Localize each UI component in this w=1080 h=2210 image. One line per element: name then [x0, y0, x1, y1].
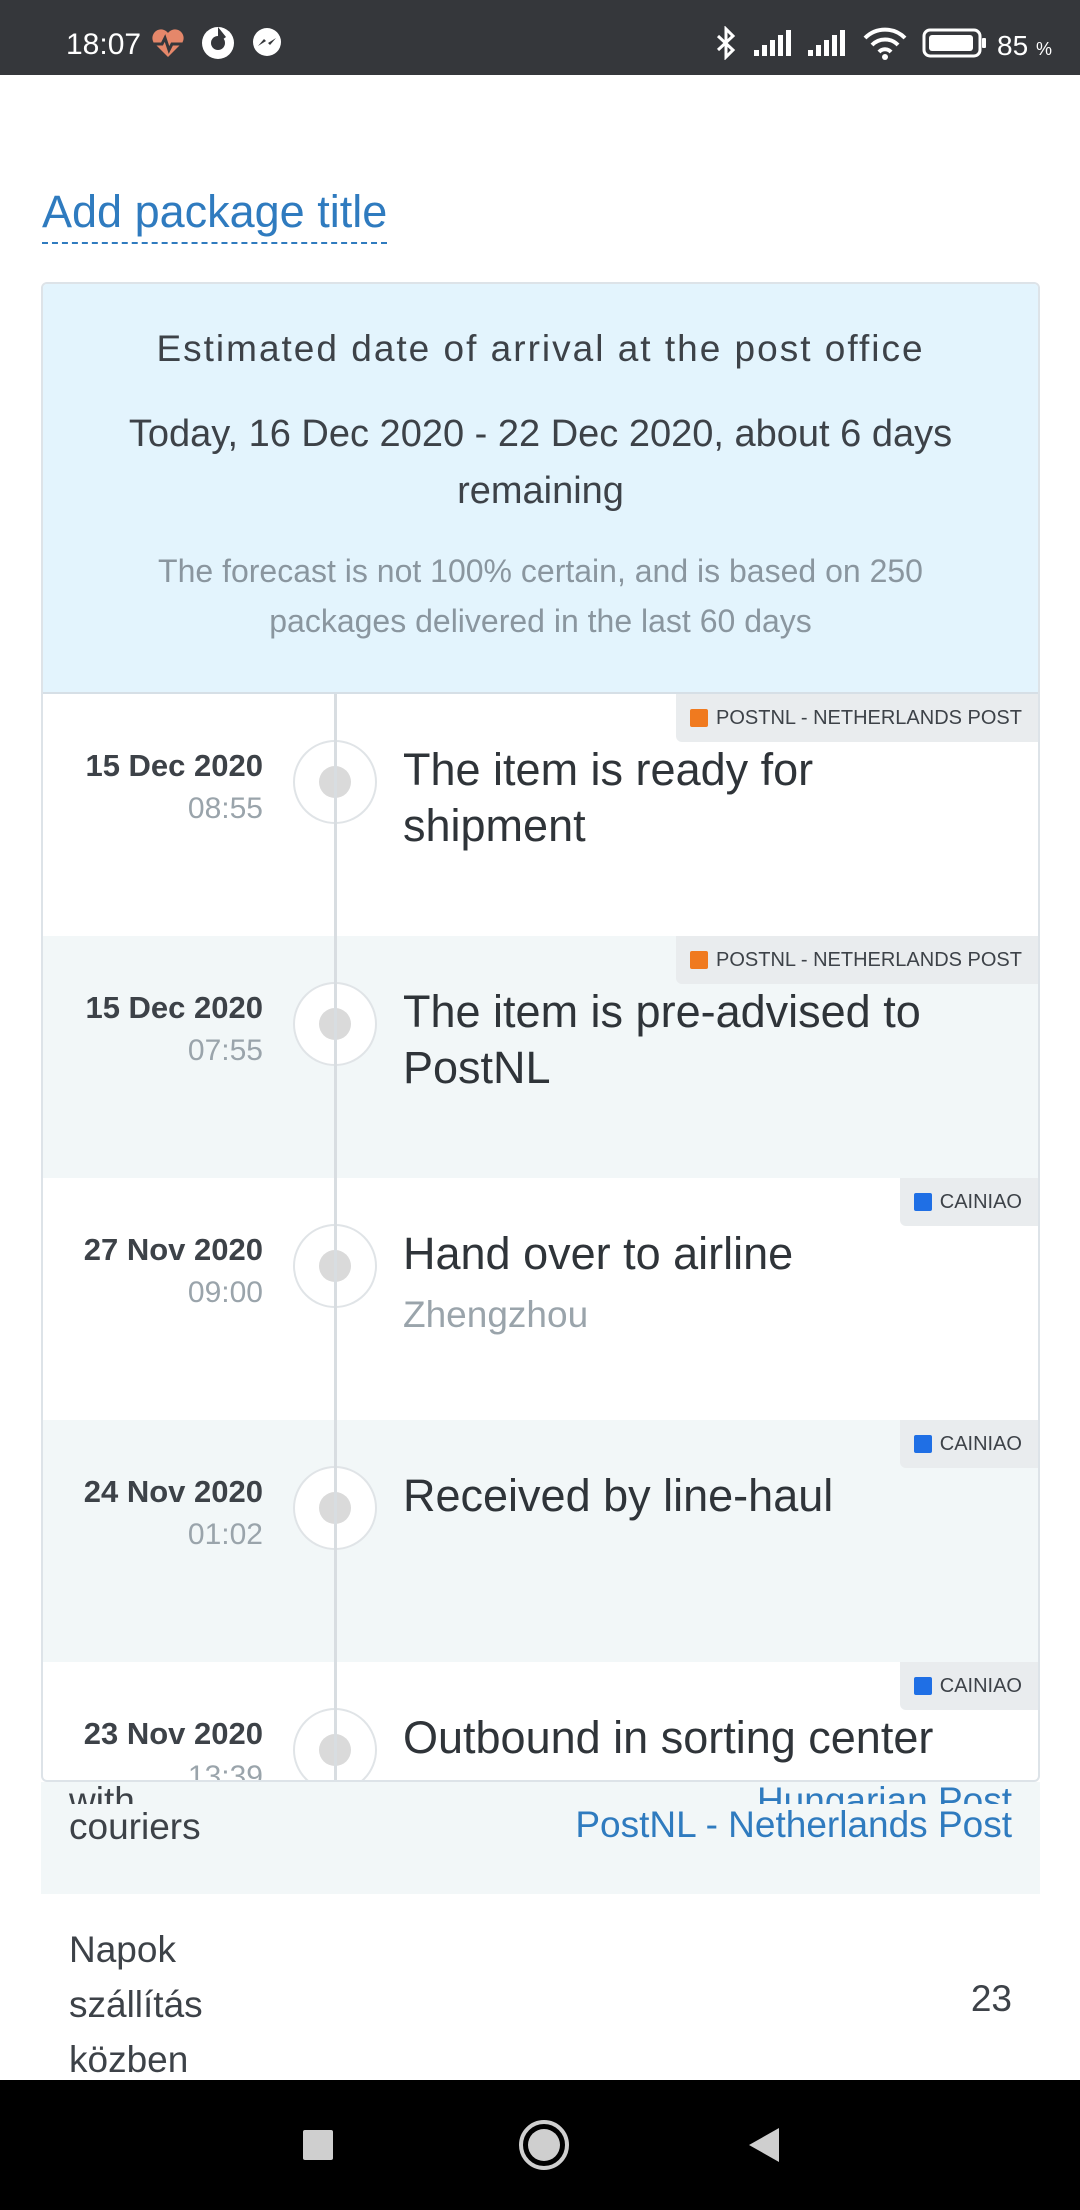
estimate-note: The forecast is not 100% certain, and is… — [158, 553, 923, 639]
event-date: 27 Nov 2020 — [83, 1232, 263, 1267]
event-date: 15 Dec 2020 — [85, 990, 263, 1025]
tracking-timeline: POSTNL - NETHERLANDS POST 15 Dec 2020 08… — [43, 694, 1038, 1782]
heart-rate-icon — [150, 26, 186, 60]
status-bar: 18:07 85 % — [0, 0, 1080, 75]
battery-percent: 85 % — [997, 30, 1052, 61]
courier-link-partial[interactable]: Hungarian Post — [757, 1782, 1012, 1804]
timeline-event[interactable]: POSTNL - NETHERLANDS POST 15 Dec 2020 07… — [43, 936, 1038, 1178]
event-location: Zhengzhou — [403, 1294, 589, 1335]
event-title: Received by line-haul — [403, 1470, 834, 1521]
event-time: 01:02 — [187, 1518, 263, 1551]
postnl-logo-icon — [690, 951, 709, 969]
event-time: 13:39 — [187, 1760, 263, 1782]
home-circle-icon — [519, 2120, 569, 2170]
event-title: Hand over to airline — [403, 1228, 794, 1279]
tracking-card: Estimated date of arrival at the post of… — [41, 282, 1040, 1782]
event-title: The item is ready for shipment — [403, 744, 814, 851]
details-row-days: Napok szállítás közben 23 — [41, 1894, 1040, 2080]
days-in-transit-value: 23 — [970, 1978, 1012, 2019]
back-triangle-icon — [749, 2128, 779, 2162]
carrier-badge: POSTNL - NETHERLANDS POST — [676, 936, 1038, 984]
estimate-box: Estimated date of arrival at the post of… — [43, 284, 1038, 694]
carrier-name: POSTNL - NETHERLANDS POST — [716, 948, 1022, 971]
carrier-badge: CAINIAO — [899, 1178, 1038, 1226]
add-package-title-link[interactable]: Add package title — [42, 186, 388, 244]
home-button[interactable] — [484, 2080, 604, 2210]
app-icon — [200, 26, 236, 60]
carrier-badge: POSTNL - NETHERLANDS POST — [676, 694, 1038, 742]
signal-icon — [752, 26, 794, 60]
event-title: The item is pre-advised to PostNL — [403, 986, 921, 1093]
battery-icon — [922, 26, 988, 60]
timeline-event[interactable]: CAINIAO 24 Nov 2020 01:02 Received by li… — [43, 1420, 1038, 1662]
timeline-line — [334, 694, 337, 1780]
navigation-bar — [0, 2080, 1080, 2210]
days-in-transit-label: Napok szállítás közben — [69, 1929, 203, 2080]
estimate-heading: Estimated date of arrival at the post of… — [156, 328, 925, 369]
event-date: 24 Nov 2020 — [83, 1474, 263, 1509]
cainiao-logo-icon — [913, 1435, 932, 1453]
cainiao-logo-icon — [913, 1677, 932, 1695]
event-time: 07:55 — [187, 1034, 263, 1067]
carrier-badge: CAINIAO — [899, 1420, 1038, 1468]
event-date: 15 Dec 2020 — [85, 748, 263, 783]
carrier-name: CAINIAO — [939, 1674, 1022, 1697]
event-time: 09:00 — [187, 1276, 263, 1309]
cainiao-logo-icon — [913, 1193, 932, 1211]
event-date: 23 Nov 2020 — [83, 1716, 263, 1751]
timeline-event[interactable]: CAINIAO 27 Nov 2020 09:00 Hand over to a… — [43, 1178, 1038, 1420]
wifi-icon — [862, 26, 908, 60]
carrier-name: POSTNL - NETHERLANDS POST — [716, 706, 1022, 729]
timeline-event[interactable]: CAINIAO 23 Nov 2020 13:39 Outbound in so… — [43, 1662, 1038, 1782]
event-title: Outbound in sorting center — [403, 1712, 934, 1763]
couriers-label-partial: with — [69, 1782, 135, 1804]
courier-link[interactable]: PostNL - Netherlands Post — [575, 1804, 1012, 1846]
carrier-name: CAINIAO — [939, 1432, 1022, 1455]
recents-button[interactable] — [258, 2080, 378, 2210]
back-button[interactable] — [704, 2080, 824, 2210]
event-time: 08:55 — [187, 792, 263, 825]
couriers-label: couriers — [69, 1806, 201, 1847]
clock: 18:07 — [66, 28, 142, 61]
square-icon — [303, 2130, 333, 2160]
messenger-icon — [250, 26, 284, 60]
estimate-date-range: Today, 16 Dec 2020 - 22 Dec 2020, about … — [128, 413, 953, 512]
timeline-event[interactable]: POSTNL - NETHERLANDS POST 15 Dec 2020 08… — [43, 694, 1038, 936]
postnl-logo-icon — [690, 709, 709, 727]
signal-icon — [806, 26, 848, 60]
carrier-badge: CAINIAO — [899, 1662, 1038, 1710]
bluetooth-icon — [714, 26, 738, 60]
carrier-name: CAINIAO — [939, 1190, 1022, 1213]
